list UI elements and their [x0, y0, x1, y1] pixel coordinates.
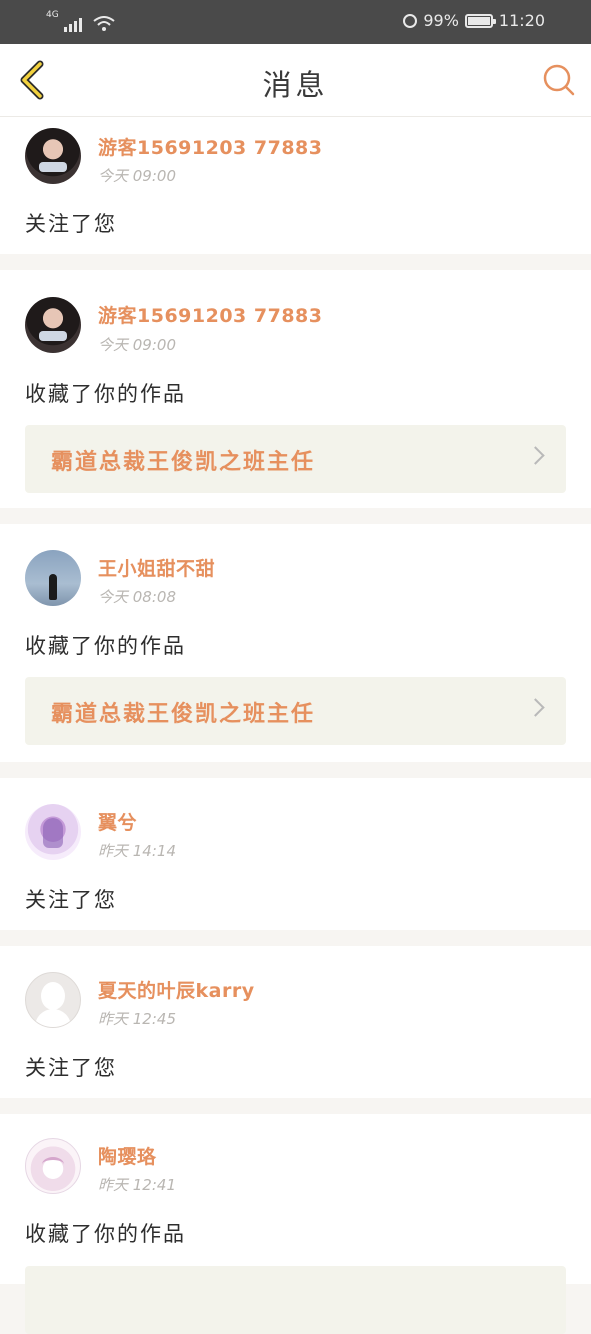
username[interactable]: 翼兮 — [98, 808, 137, 835]
divider — [0, 1098, 591, 1114]
top-nav: 消息 — [0, 44, 591, 117]
chevron-right-icon — [526, 698, 545, 717]
username[interactable]: 游客15691203 77883 — [98, 133, 322, 160]
username[interactable]: 陶璎珞 — [98, 1142, 157, 1169]
action-text: 关注了您 — [25, 888, 117, 912]
action-text: 关注了您 — [25, 1056, 117, 1080]
username[interactable]: 夏天的叶辰karry — [98, 976, 255, 1003]
work-title: 霸道总裁王俊凯之班主任 — [51, 450, 316, 475]
work-card[interactable]: 霸道总裁王俊凯之班主任 — [25, 425, 566, 493]
clock: 11:20 — [498, 11, 545, 30]
action-text: 收藏了你的作品 — [25, 1222, 186, 1246]
timestamp: 昨天 14:14 — [98, 842, 176, 860]
status-right: 99% 11:20 — [403, 11, 545, 30]
action-text: 收藏了你的作品 — [25, 634, 186, 658]
avatar[interactable] — [25, 550, 81, 606]
avatar[interactable] — [25, 972, 81, 1028]
search-icon[interactable] — [541, 62, 577, 98]
avatar[interactable] — [25, 1138, 81, 1194]
message-item[interactable]: 夏天的叶辰karry 昨天 12:45 关注了您 — [0, 946, 591, 1098]
work-title: 霸道总裁王俊凯之班主任 — [51, 702, 316, 727]
divider — [0, 508, 591, 524]
divider — [0, 930, 591, 946]
timestamp: 昨天 12:45 — [98, 1010, 176, 1028]
timestamp: 今天 08:08 — [98, 588, 176, 606]
message-item[interactable]: 陶璎珞 昨天 12:41 收藏了你的作品 — [0, 1114, 591, 1334]
action-text: 收藏了你的作品 — [25, 382, 186, 406]
status-bar: 4G 99% 11:20 — [0, 0, 591, 44]
wifi-icon — [93, 16, 115, 31]
avatar[interactable] — [25, 128, 81, 184]
avatar[interactable] — [25, 297, 81, 353]
message-list: 游客15691203 77883 今天 09:00 关注了您 游客1569120… — [0, 117, 591, 1334]
avatar[interactable] — [25, 804, 81, 860]
page-title: 消息 — [262, 68, 329, 102]
status-left: 4G — [46, 10, 115, 32]
battery-percent: 99% — [423, 11, 459, 30]
message-item[interactable]: 游客15691203 77883 今天 09:00 关注了您 — [0, 117, 591, 254]
action-text: 关注了您 — [25, 212, 117, 236]
username[interactable]: 王小姐甜不甜 — [98, 554, 215, 581]
timestamp: 今天 09:00 — [98, 336, 176, 354]
username[interactable]: 游客15691203 77883 — [98, 301, 322, 328]
message-item[interactable]: 游客15691203 77883 今天 09:00 收藏了你的作品 霸道总裁王俊… — [0, 270, 591, 508]
network-label: 4G — [46, 10, 59, 20]
chevron-right-icon — [526, 446, 545, 465]
divider — [0, 762, 591, 778]
work-card[interactable]: 霸道总裁王俊凯之班主任 — [25, 677, 566, 745]
battery-icon — [464, 13, 496, 28]
timestamp: 今天 09:00 — [98, 167, 176, 185]
divider — [0, 254, 591, 270]
message-item[interactable]: 王小姐甜不甜 今天 08:08 收藏了你的作品 霸道总裁王俊凯之班主任 — [0, 524, 591, 762]
work-card[interactable] — [25, 1266, 566, 1334]
alarm-icon — [403, 13, 418, 28]
timestamp: 昨天 12:41 — [98, 1176, 176, 1194]
signal-icon — [63, 18, 82, 32]
message-item[interactable]: 翼兮 昨天 14:14 关注了您 — [0, 778, 591, 930]
